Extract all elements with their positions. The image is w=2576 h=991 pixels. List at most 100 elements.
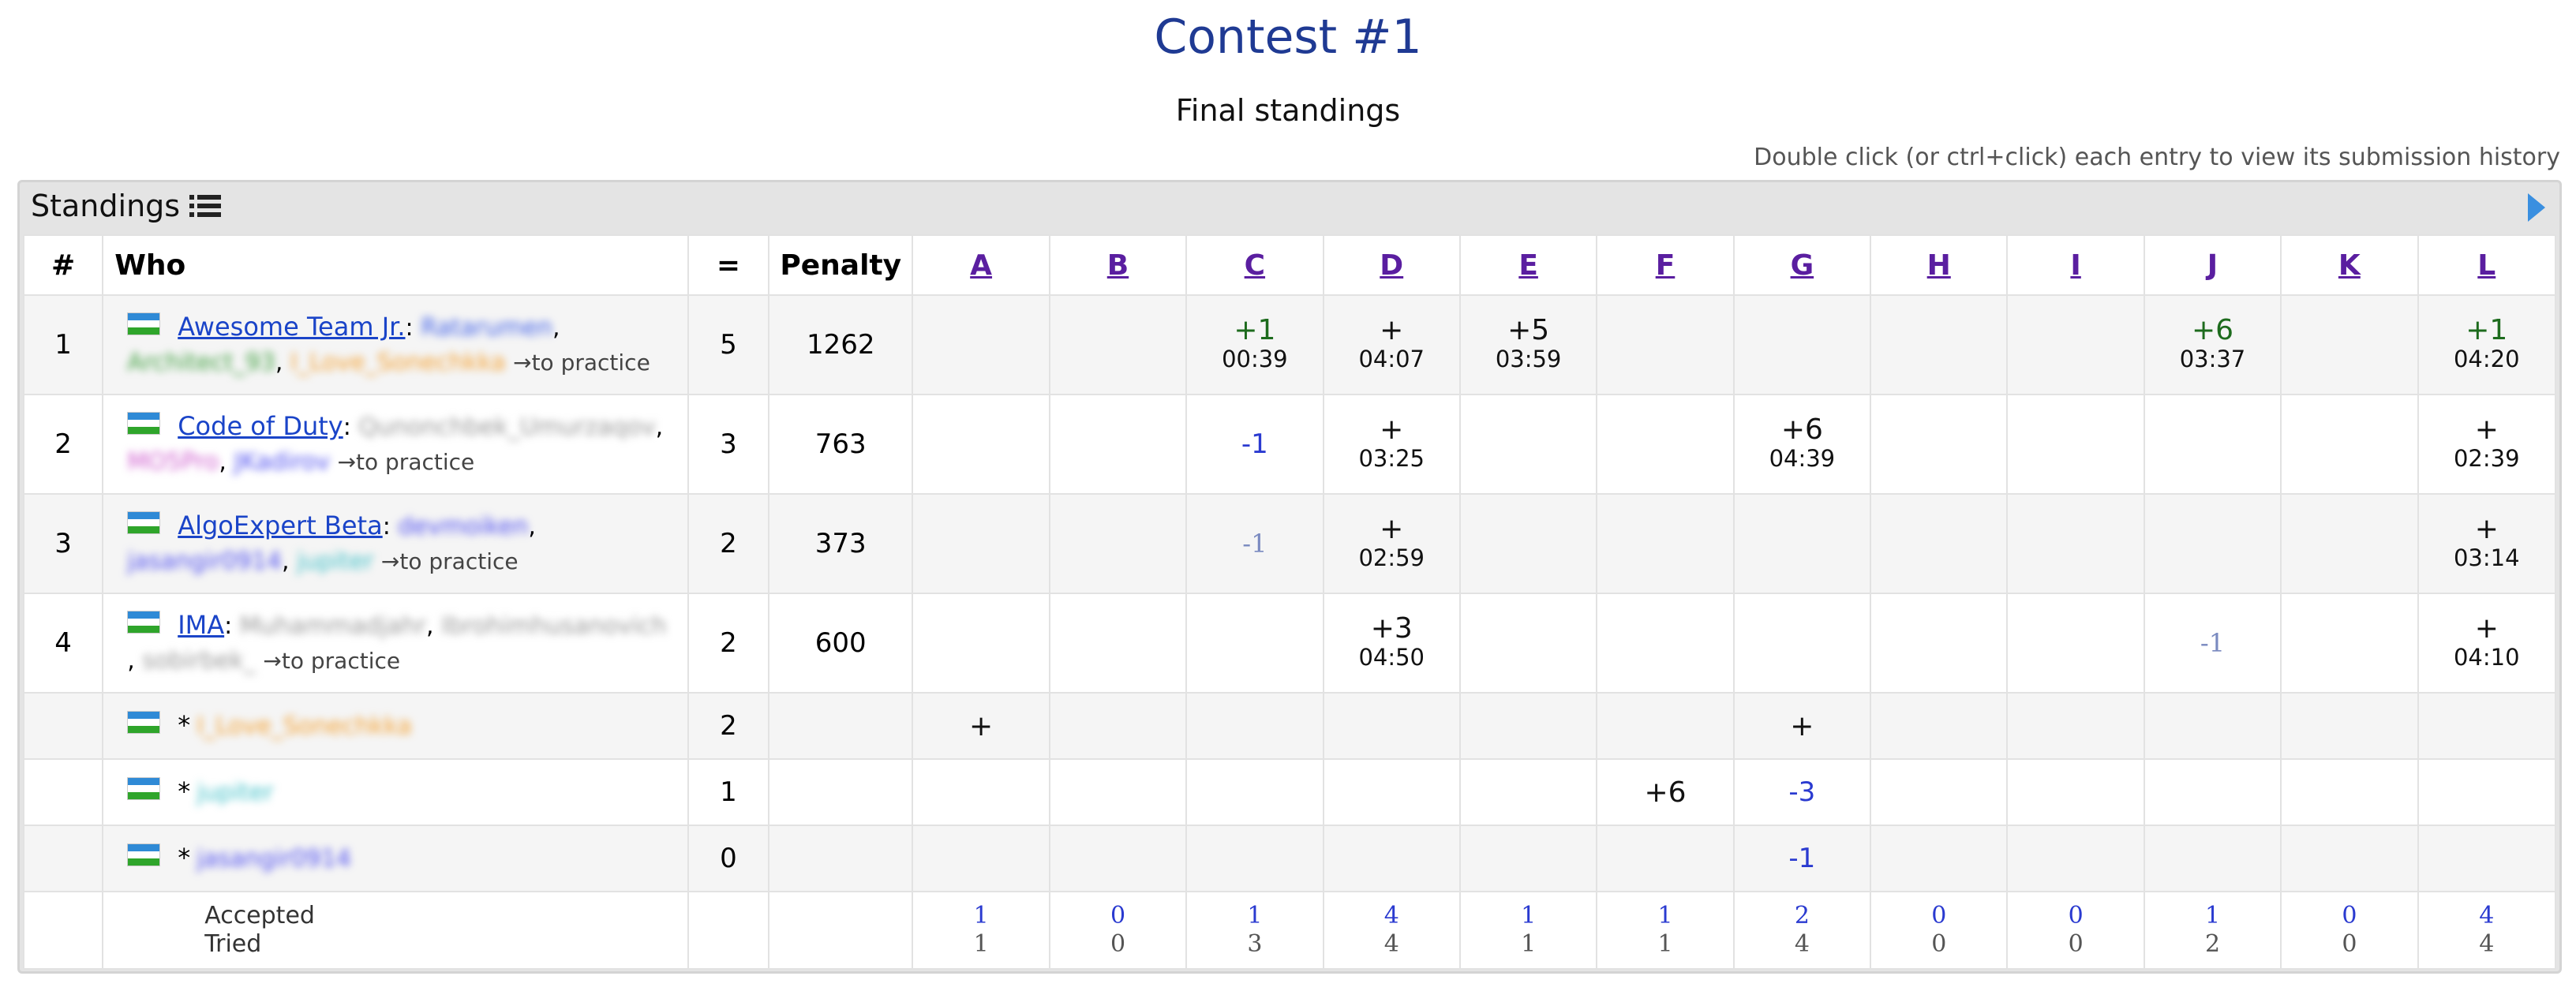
member-name[interactable]: jasangir0914 (127, 544, 282, 579)
to-practice-link[interactable]: →to practice (263, 648, 400, 674)
problem-cell-b[interactable] (1048, 758, 1188, 826)
problem-cell-l[interactable]: +03:14 (2417, 493, 2557, 594)
member-name[interactable]: Ibrohimhusanovich (441, 609, 667, 644)
problem-link-d[interactable]: D (1380, 249, 1403, 282)
problem-cell-k[interactable] (2280, 493, 2419, 594)
standings-row[interactable]: 4 IMA: Muhammadjahr, Ibrohimhusanovich , … (22, 593, 2557, 694)
participant-name[interactable]: jupiter (197, 776, 273, 810)
member-name[interactable]: MO5Pro (127, 445, 219, 480)
problem-cell-j[interactable] (2143, 758, 2282, 826)
problem-cell-a[interactable] (912, 825, 1050, 892)
problem-cell-j[interactable] (2143, 493, 2282, 594)
problem-cell-b[interactable] (1048, 593, 1188, 694)
problem-cell-h[interactable] (1870, 758, 2009, 826)
problem-cell-k[interactable] (2280, 294, 2419, 395)
problem-cell-g[interactable]: + (1732, 692, 1872, 760)
problem-cell-f[interactable] (1596, 493, 1735, 594)
problem-cell-f[interactable] (1596, 294, 1735, 395)
problem-cell-e[interactable] (1458, 593, 1598, 694)
problem-link-l[interactable]: L (2477, 249, 2496, 282)
problem-cell-b[interactable] (1048, 394, 1188, 495)
member-name[interactable]: JKadirov (234, 445, 330, 480)
standings-row[interactable]: 1 Awesome Team Jr.: Ratarumen, Architect_… (22, 294, 2557, 395)
problem-cell-c[interactable] (1185, 758, 1324, 826)
problem-link-f[interactable]: F (1656, 249, 1676, 282)
member-name[interactable]: I_Love_Sonechkka (290, 346, 506, 380)
problem-cell-c[interactable]: +1 00:39 (1185, 294, 1324, 395)
problem-link-g[interactable]: G (1791, 249, 1814, 282)
problem-cell-d[interactable]: +02:59 (1322, 493, 1461, 594)
problem-link-h[interactable]: H (1927, 249, 1951, 282)
problem-cell-k[interactable] (2280, 593, 2419, 694)
member-name[interactable]: Qunonchbek_Umurzaqov (358, 410, 655, 445)
participant-name[interactable]: jasangir0914 (197, 842, 351, 877)
problem-cell-k[interactable] (2280, 825, 2419, 892)
problem-cell-j[interactable]: -1 (2143, 593, 2282, 694)
problem-cell-h[interactable] (1870, 394, 2009, 495)
problem-cell-e[interactable] (1458, 825, 1598, 892)
virtual-participant-row[interactable]: * I_Love_Sonechkka 2 + + (22, 692, 2557, 760)
problem-cell-b[interactable] (1048, 825, 1188, 892)
problem-cell-f[interactable] (1596, 825, 1735, 892)
problem-cell-k[interactable] (2280, 692, 2419, 760)
problem-cell-l[interactable] (2417, 692, 2557, 760)
problem-cell-e[interactable] (1458, 394, 1598, 495)
problem-cell-e[interactable] (1458, 692, 1598, 760)
problem-cell-c[interactable] (1185, 692, 1324, 760)
problem-cell-j[interactable] (2143, 692, 2282, 760)
problem-cell-a[interactable] (912, 394, 1050, 495)
problem-cell-g[interactable]: -1 (1732, 825, 1872, 892)
problem-cell-f[interactable] (1596, 394, 1735, 495)
standings-row[interactable]: 2 Code of Duty: Qunonchbek_Umurzaqov, MO5… (22, 394, 2557, 495)
problem-cell-d[interactable] (1322, 758, 1461, 826)
team-name-link[interactable]: AlgoExpert Beta (178, 510, 383, 540)
problem-cell-d[interactable]: +04:07 (1322, 294, 1461, 395)
problem-cell-b[interactable] (1048, 692, 1188, 760)
problem-cell-f[interactable] (1596, 692, 1735, 760)
problem-cell-j[interactable]: +6 03:37 (2143, 294, 2282, 395)
problem-link-e[interactable]: E (1518, 249, 1538, 282)
problem-cell-h[interactable] (1870, 294, 2009, 395)
problem-cell-a[interactable] (912, 593, 1050, 694)
problem-cell-g[interactable] (1732, 593, 1872, 694)
problem-cell-k[interactable] (2280, 394, 2419, 495)
problem-cell-j[interactable] (2143, 825, 2282, 892)
problem-cell-c[interactable]: -1 (1185, 493, 1324, 594)
problem-cell-g[interactable]: -3 (1732, 758, 1872, 826)
problem-cell-c[interactable] (1185, 593, 1324, 694)
problem-cell-i[interactable] (2006, 593, 2145, 694)
to-practice-link[interactable]: →to practice (338, 449, 475, 475)
problem-link-b[interactable]: B (1107, 249, 1129, 282)
problem-cell-a[interactable] (912, 493, 1050, 594)
problem-cell-e[interactable]: +5 03:59 (1458, 294, 1598, 395)
problem-cell-f[interactable]: +6 (1596, 758, 1735, 826)
problem-cell-b[interactable] (1048, 493, 1188, 594)
problem-cell-h[interactable] (1870, 493, 2009, 594)
problem-link-j[interactable]: J (2207, 249, 2218, 282)
problem-link-a[interactable]: A (970, 249, 992, 282)
play-icon[interactable] (2528, 193, 2545, 222)
problem-cell-h[interactable] (1870, 593, 2009, 694)
problem-cell-i[interactable] (2006, 692, 2145, 760)
member-name[interactable]: devmoiken (398, 510, 528, 544)
problem-cell-k[interactable] (2280, 758, 2419, 826)
virtual-participant-row[interactable]: * jupiter 1 +6 -3 (22, 758, 2557, 826)
problem-cell-c[interactable]: -1 (1185, 394, 1324, 495)
problem-cell-e[interactable] (1458, 758, 1598, 826)
problem-cell-h[interactable] (1870, 825, 2009, 892)
problem-cell-c[interactable] (1185, 825, 1324, 892)
to-practice-link[interactable]: →to practice (381, 548, 519, 574)
problem-cell-l[interactable]: +02:39 (2417, 394, 2557, 495)
problem-cell-d[interactable] (1322, 825, 1461, 892)
team-name-link[interactable]: Code of Duty (178, 411, 343, 441)
team-name-link[interactable]: Awesome Team Jr. (178, 312, 405, 342)
problem-cell-g[interactable]: +6 04:39 (1732, 394, 1872, 495)
problem-cell-i[interactable] (2006, 493, 2145, 594)
problem-link-i[interactable]: I (2070, 249, 2080, 282)
problem-cell-i[interactable] (2006, 758, 2145, 826)
to-practice-link[interactable]: →to practice (513, 350, 650, 376)
problem-cell-l[interactable]: +04:10 (2417, 593, 2557, 694)
problem-cell-g[interactable] (1732, 294, 1872, 395)
problem-cell-i[interactable] (2006, 294, 2145, 395)
problem-cell-l[interactable]: +1 04:20 (2417, 294, 2557, 395)
